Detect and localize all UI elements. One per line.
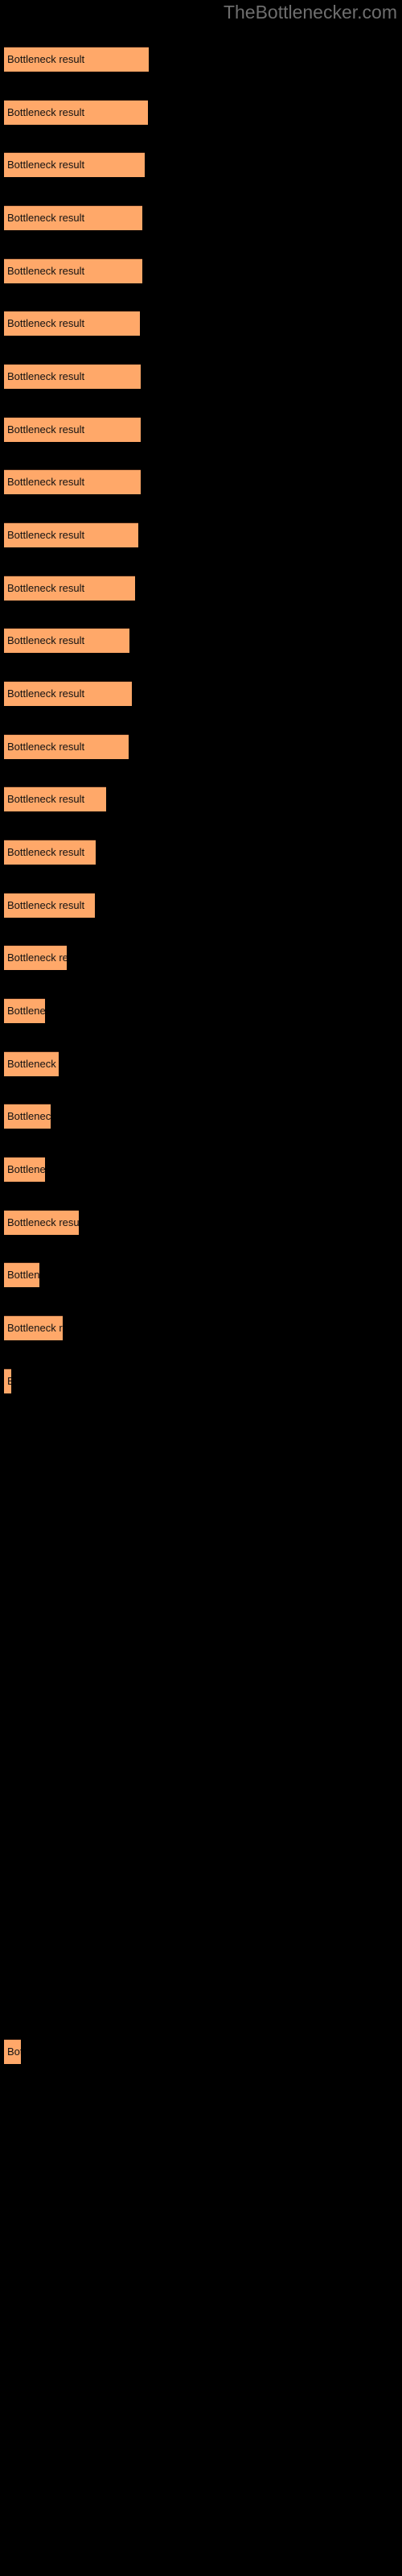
- bar-row[interactable]: Bottleneck result: [4, 522, 138, 547]
- bar-clip: Bottleneck result: [4, 205, 142, 230]
- bar-clip: Bottleneck result: [4, 2039, 21, 2064]
- bar-clip: Bottleneck result: [4, 1104, 51, 1129]
- bar-row[interactable]: Bottleneck result: [4, 945, 67, 970]
- bar[interactable]: [4, 152, 145, 177]
- bar-row[interactable]: Bottleneck result: [4, 893, 95, 918]
- bar-row[interactable]: Bottleneck result: [4, 47, 149, 72]
- bar[interactable]: [4, 1315, 63, 1340]
- bar[interactable]: [4, 364, 141, 389]
- bar-clip: Bottleneck result: [4, 100, 148, 125]
- bar[interactable]: [4, 100, 148, 125]
- bar[interactable]: [4, 1368, 11, 1393]
- bar-clip: Bottleneck result: [4, 258, 142, 283]
- bar-clip: Bottleneck result: [4, 311, 140, 336]
- bar-clip: Bottleneck result: [4, 417, 141, 442]
- bar[interactable]: [4, 576, 135, 601]
- bar-row[interactable]: Bottleneck result: [4, 628, 129, 653]
- bar[interactable]: [4, 734, 129, 759]
- bar-row[interactable]: Bottleneck result: [4, 469, 141, 494]
- chart-canvas: TheBottlenecker.com Bottleneck result Bot…: [0, 0, 402, 2576]
- bar-clip: Bottleneck result: [4, 893, 95, 918]
- bar-row[interactable]: Bottleneck result: [4, 1210, 79, 1235]
- bar-clip: Bottleneck result: [4, 945, 67, 970]
- bar-clip: Bottleneck result: [4, 734, 129, 759]
- bar-clip: Bottleneck result: [4, 364, 141, 389]
- bar-row[interactable]: Bottleneck result: [4, 100, 148, 125]
- bar[interactable]: [4, 417, 141, 442]
- bar-row[interactable]: Bottleneck result: [4, 152, 145, 177]
- bar-row[interactable]: Bottleneck result: [4, 2039, 21, 2064]
- bar[interactable]: [4, 522, 138, 547]
- bar-row[interactable]: Bottleneck result: [4, 1262, 39, 1287]
- bar[interactable]: [4, 1210, 79, 1235]
- bar-row[interactable]: Bottleneck result: [4, 1315, 63, 1340]
- bar-row[interactable]: Bottleneck result: [4, 258, 142, 283]
- bar-row[interactable]: Bottleneck result: [4, 1051, 59, 1076]
- bar[interactable]: [4, 1104, 51, 1129]
- bar-clip: Bottleneck result: [4, 1210, 79, 1235]
- bar[interactable]: [4, 998, 45, 1023]
- bar-clip: Bottleneck result: [4, 522, 138, 547]
- bar-row[interactable]: Bottleneck result: [4, 786, 106, 811]
- bar-row[interactable]: Bottleneck result: [4, 576, 135, 601]
- bar-row[interactable]: Bottleneck result: [4, 1157, 45, 1182]
- bar[interactable]: [4, 47, 149, 72]
- bar-row[interactable]: Bottleneck result: [4, 840, 96, 865]
- bar-clip: Bottleneck result: [4, 840, 96, 865]
- bar[interactable]: [4, 205, 142, 230]
- bar[interactable]: [4, 1262, 39, 1287]
- bar-row[interactable]: Bottleneck result: [4, 311, 140, 336]
- bar-clip: Bottleneck result: [4, 1368, 11, 1393]
- bar-clip: Bottleneck result: [4, 1051, 59, 1076]
- bar[interactable]: [4, 1157, 45, 1182]
- bar[interactable]: [4, 311, 140, 336]
- bar[interactable]: [4, 628, 129, 653]
- bar[interactable]: [4, 840, 96, 865]
- bar-row[interactable]: Bottleneck result: [4, 681, 132, 706]
- bar[interactable]: [4, 2039, 21, 2064]
- bar-clip: Bottleneck result: [4, 576, 135, 601]
- bar-clip: Bottleneck result: [4, 786, 106, 811]
- bar-row[interactable]: Bottleneck result: [4, 364, 141, 389]
- bar-clip: Bottleneck result: [4, 681, 132, 706]
- bar[interactable]: [4, 681, 132, 706]
- bar[interactable]: [4, 786, 106, 811]
- bar[interactable]: [4, 1051, 59, 1076]
- bar-row[interactable]: Bottleneck result: [4, 417, 141, 442]
- bar-row[interactable]: Bottleneck result: [4, 1104, 51, 1129]
- bar-clip: Bottleneck result: [4, 1315, 63, 1340]
- bar-clip: Bottleneck result: [4, 1262, 39, 1287]
- bar-series-layer: Bottleneck result Bottleneck result Bottle…: [0, 0, 402, 2576]
- bar[interactable]: [4, 258, 142, 283]
- bar-row[interactable]: Bottleneck result: [4, 998, 45, 1023]
- bar-clip: Bottleneck result: [4, 628, 129, 653]
- bar-row[interactable]: Bottleneck result: [4, 1368, 11, 1393]
- bar-clip: Bottleneck result: [4, 152, 145, 177]
- bar-row[interactable]: Bottleneck result: [4, 734, 129, 759]
- bar[interactable]: [4, 469, 141, 494]
- bar-clip: Bottleneck result: [4, 998, 45, 1023]
- bar-clip: Bottleneck result: [4, 1157, 45, 1182]
- bar-clip: Bottleneck result: [4, 47, 149, 72]
- bar[interactable]: [4, 893, 95, 918]
- bar[interactable]: [4, 945, 67, 970]
- bar-clip: Bottleneck result: [4, 469, 141, 494]
- bar-row[interactable]: Bottleneck result: [4, 205, 142, 230]
